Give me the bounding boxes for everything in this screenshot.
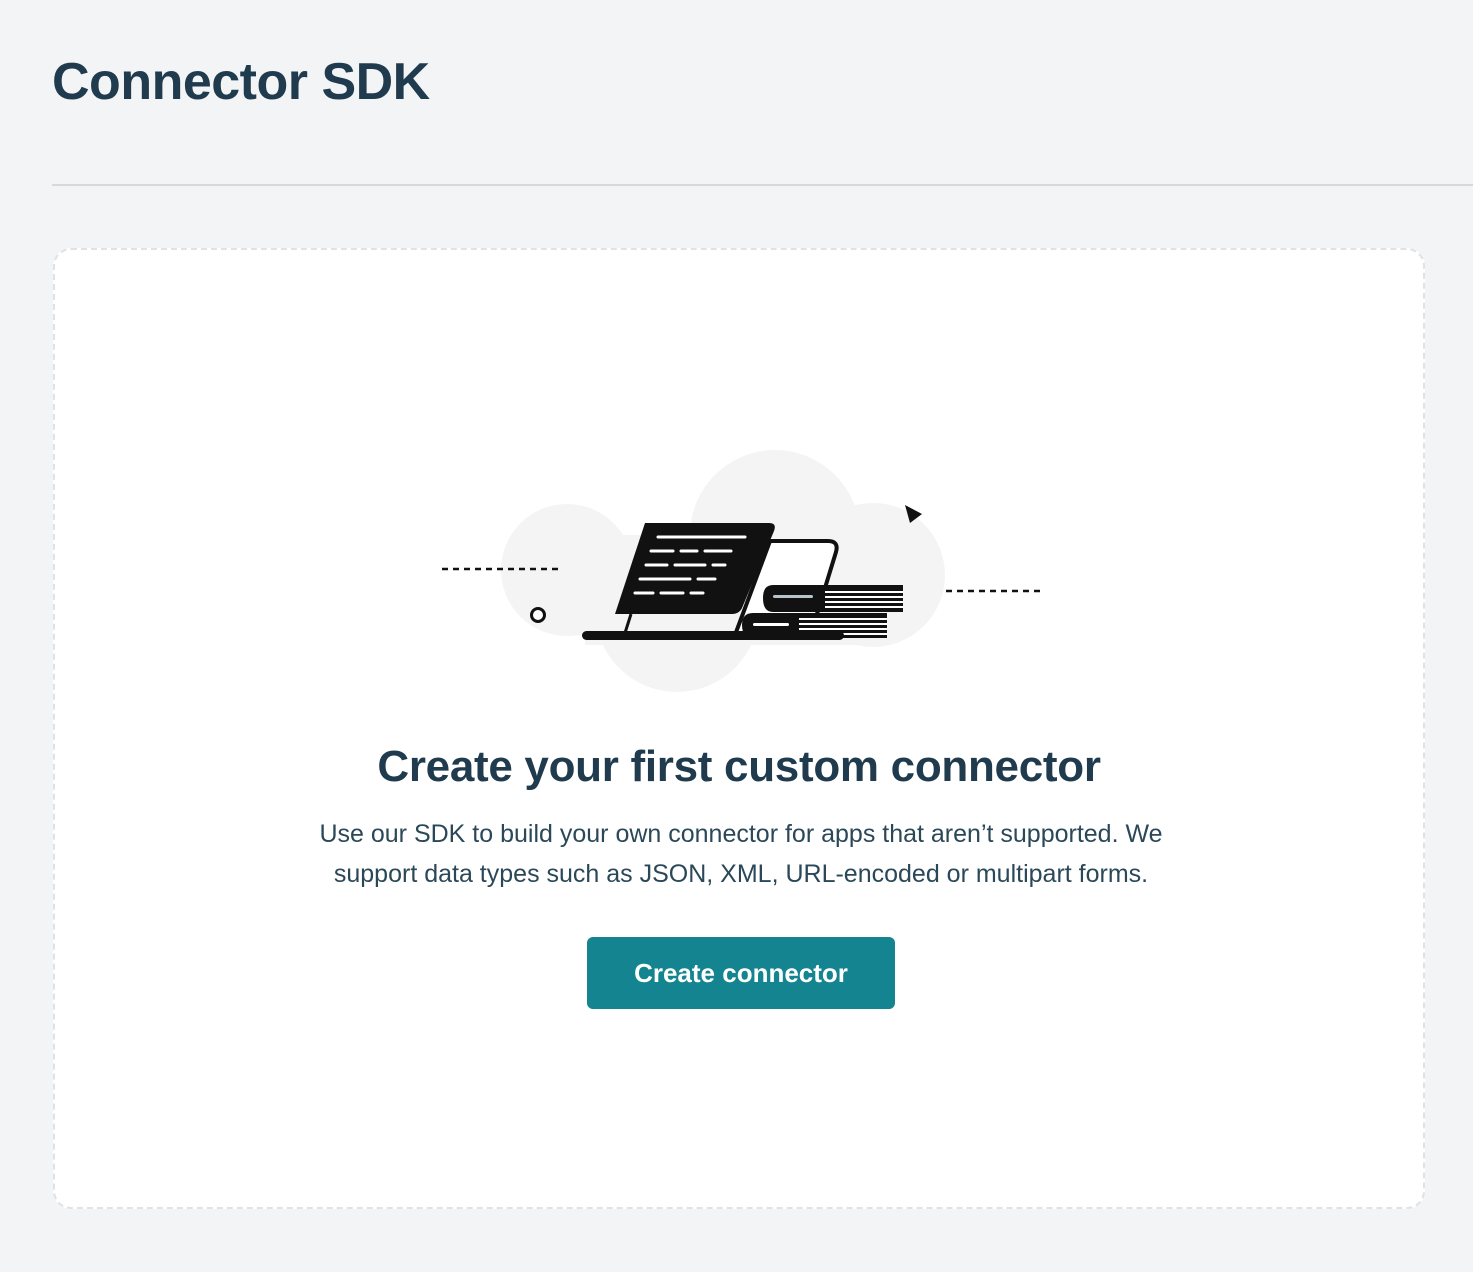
empty-state-title: Create your first custom connector	[377, 742, 1101, 791]
create-connector-button[interactable]: Create connector	[587, 937, 895, 1009]
laptop-with-books-icon	[442, 450, 1043, 692]
page-header: Connector SDK	[52, 0, 1473, 186]
empty-state-description: Use our SDK to build your own connector …	[319, 820, 1163, 888]
empty-state-card: Create your first custom connector Use o…	[53, 248, 1425, 1209]
page-title: Connector SDK	[52, 53, 430, 111]
